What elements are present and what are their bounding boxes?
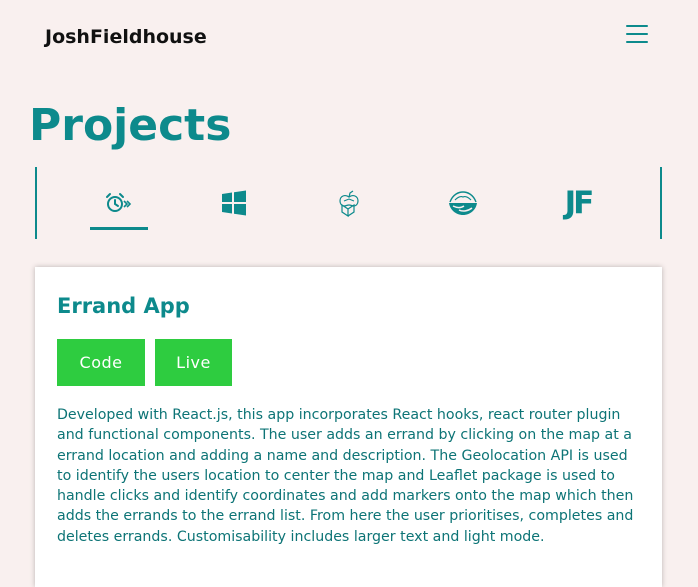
top-navigation-bar: JoshFieldhouse bbox=[0, 0, 698, 76]
jf-logo-icon: JF bbox=[564, 185, 595, 221]
windows-icon bbox=[222, 190, 246, 216]
tab-errand-app[interactable] bbox=[90, 177, 148, 230]
project-card: Errand App Code Live Developed with Reac… bbox=[35, 267, 662, 587]
brand-name[interactable]: JoshFieldhouse bbox=[45, 26, 207, 48]
tab-apples-project[interactable] bbox=[320, 177, 378, 229]
code-button[interactable]: Code bbox=[57, 339, 145, 386]
alarm-clock-icon bbox=[106, 193, 132, 212]
page-title: Projects bbox=[29, 100, 232, 151]
tab-portfolio-project[interactable]: JF bbox=[549, 177, 607, 229]
project-description: Developed with React.js, this app incorp… bbox=[57, 407, 634, 545]
landscape-icon bbox=[449, 191, 477, 215]
tab-windows-project[interactable] bbox=[205, 177, 263, 229]
live-button[interactable]: Live bbox=[155, 339, 232, 386]
project-title: Errand App bbox=[57, 294, 190, 318]
tab-landscape-project[interactable] bbox=[434, 177, 492, 229]
project-tabs: JF bbox=[35, 167, 662, 239]
hamburger-menu-icon[interactable] bbox=[625, 24, 651, 46]
apples-icon bbox=[339, 190, 359, 218]
